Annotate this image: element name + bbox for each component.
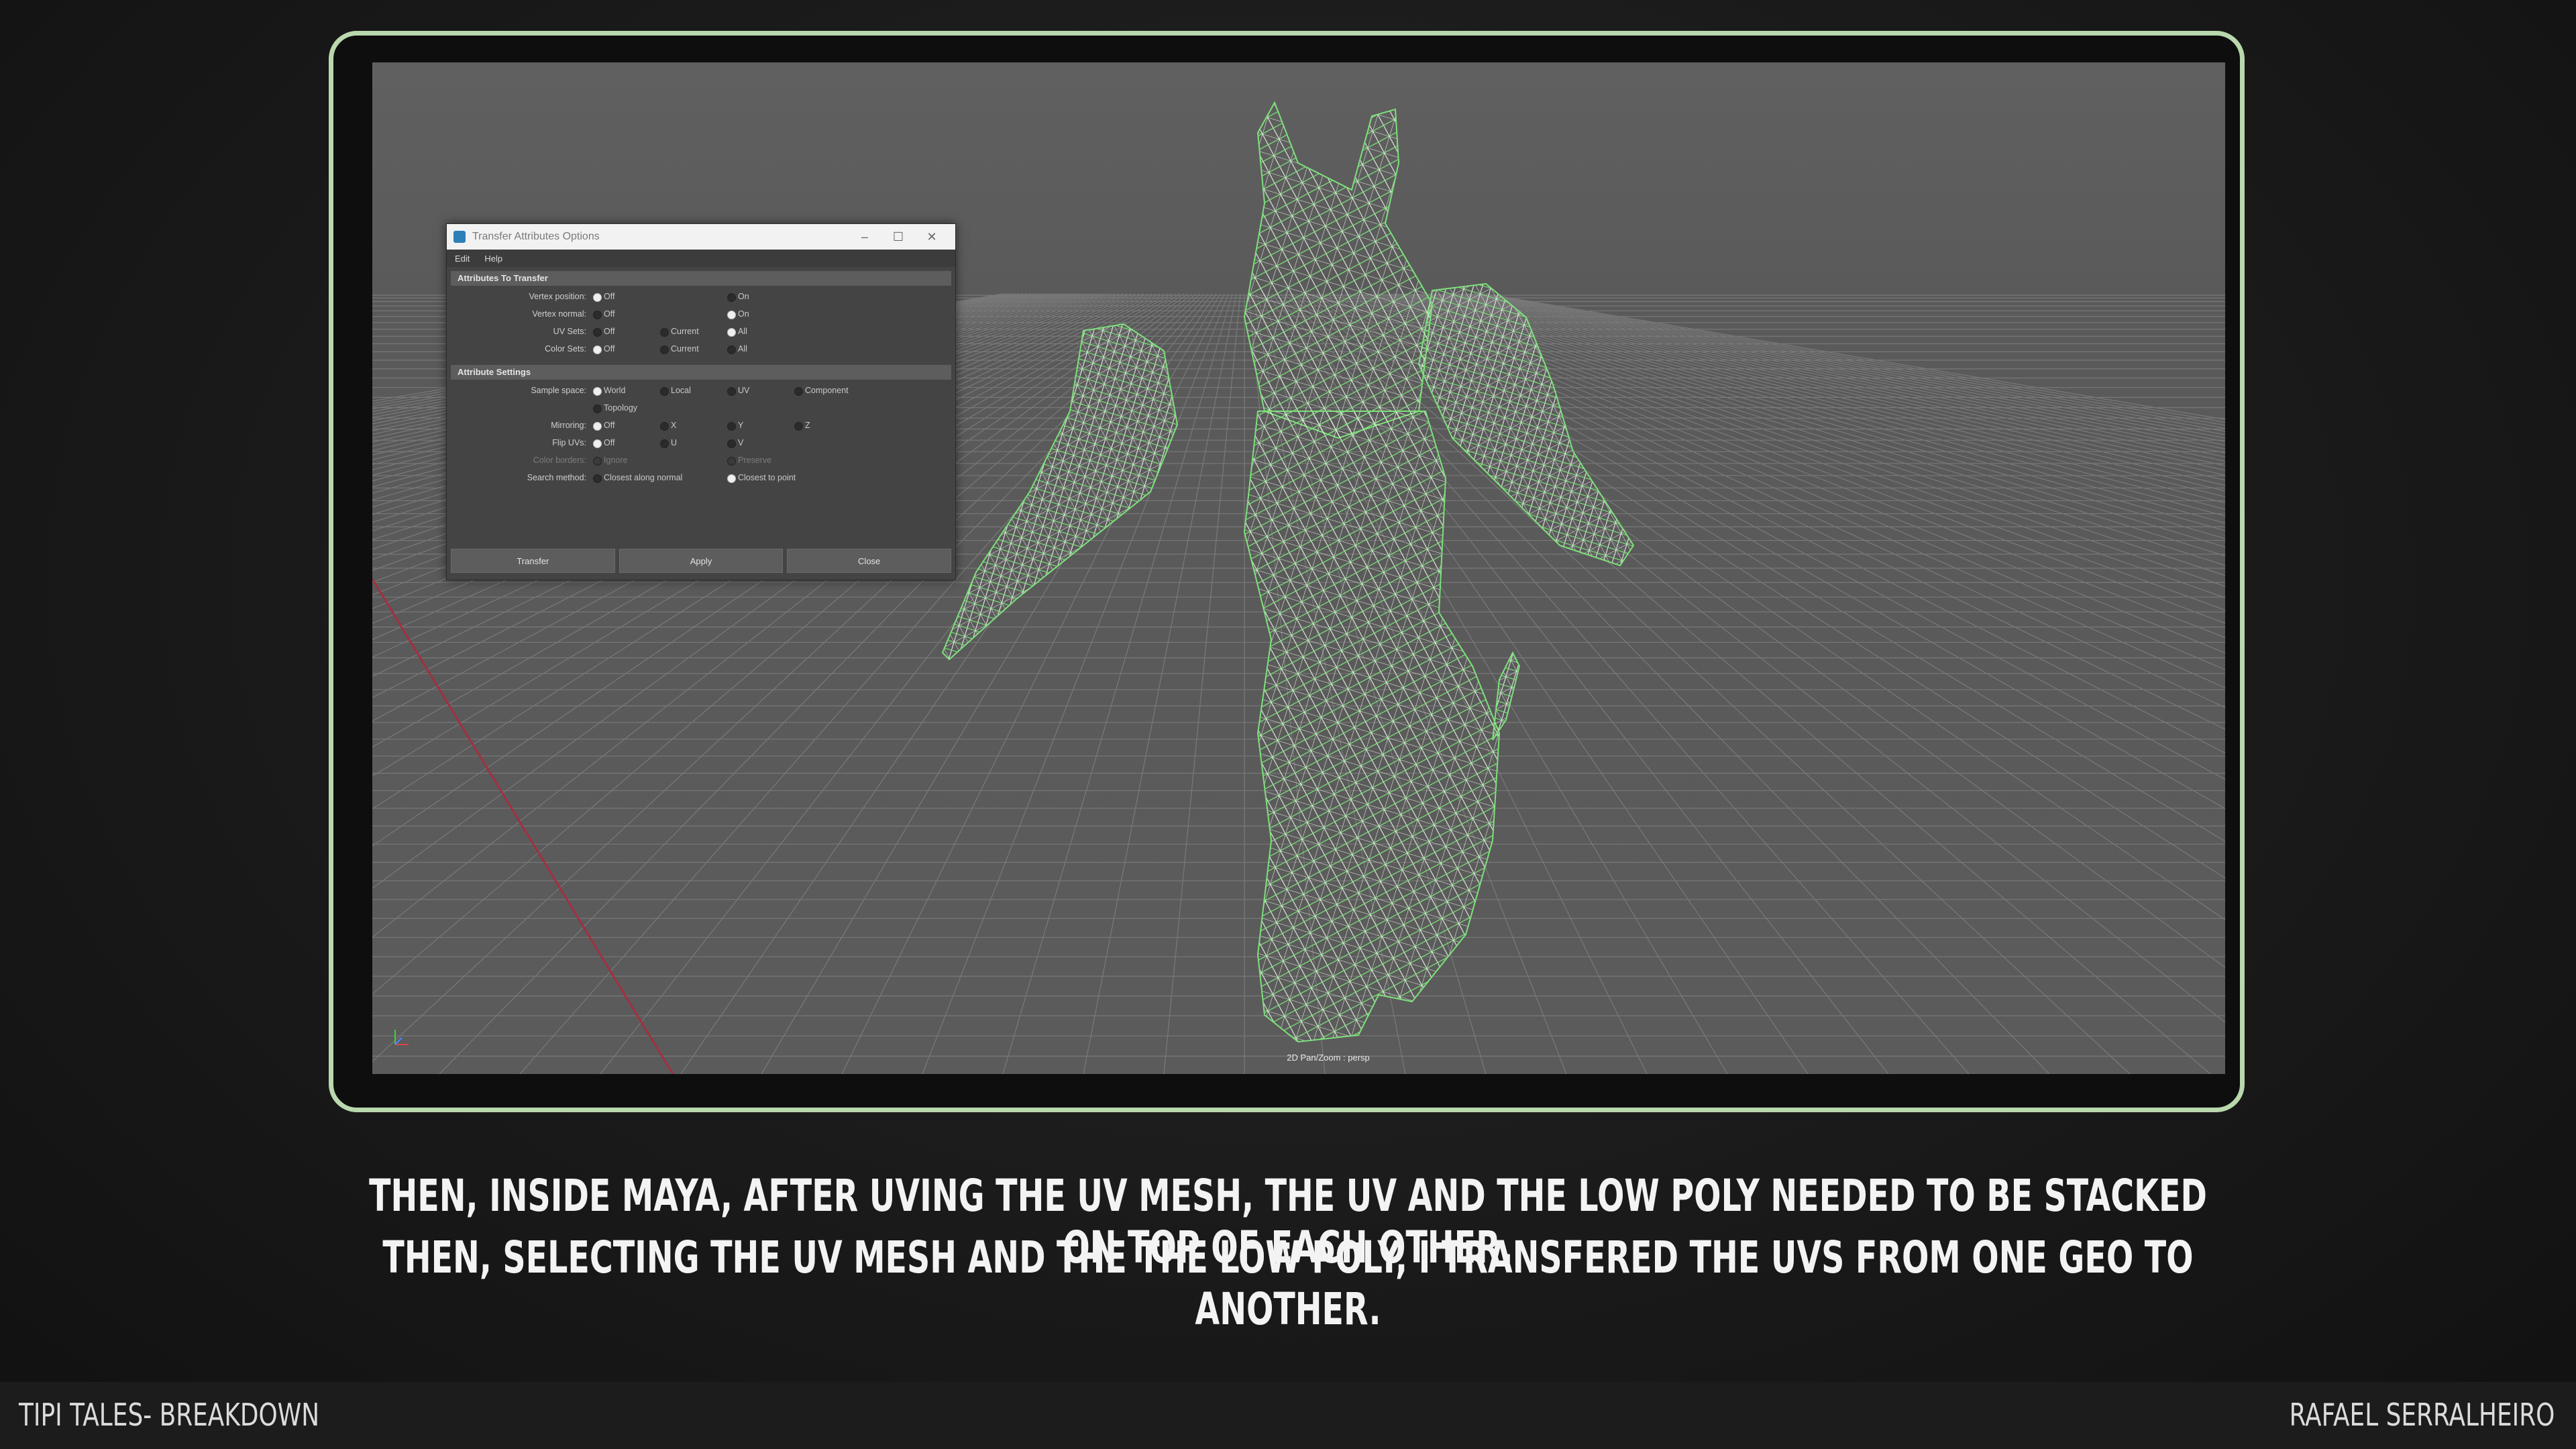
color-sets-label: Color Sets: (545, 344, 586, 354)
axis-gizmo-icon (394, 1030, 409, 1045)
row-mirroring: Mirroring: Off X Y Z (447, 417, 955, 435)
row-sample-space: Sample space: World Local UV Component (447, 382, 955, 400)
mirroring-off-radio[interactable]: Off (593, 421, 614, 431)
transfer-attributes-dialog[interactable]: Transfer Attributes Options – ☐ ✕ Edit H… (446, 223, 956, 580)
sample-space-local-radio[interactable]: Local (660, 386, 691, 396)
sample-space-world-radio[interactable]: World (593, 386, 625, 396)
color-borders-label: Color borders: (533, 455, 586, 465)
flip-uvs-off-radio[interactable]: Off (593, 438, 614, 448)
close-icon[interactable]: ✕ (915, 230, 949, 244)
row-color-sets: Color Sets: Off Current All (447, 341, 955, 358)
search-method-closest-to-point-radio[interactable]: Closest to point (727, 473, 796, 483)
close-button[interactable]: Close (787, 549, 952, 573)
camera-label: 2D Pan/Zoom : persp (1287, 1053, 1370, 1063)
mirroring-z-radio[interactable]: Z (794, 421, 810, 431)
vertex-normal-off-radio[interactable]: Off (593, 309, 614, 319)
row-color-borders: Color borders: Ignore Preserve (447, 452, 955, 470)
footer-author-name: RAFAEL SERRALHEIRO (2289, 1397, 2555, 1433)
vertex-position-off-radio[interactable]: Off (593, 292, 614, 302)
vertex-position-on-radio[interactable]: On (727, 292, 749, 302)
flip-uvs-label: Flip UVs: (552, 438, 586, 447)
apply-button[interactable]: Apply (619, 549, 784, 573)
flip-uvs-v-radio[interactable]: V (727, 438, 743, 448)
search-method-closest-along-normal-radio[interactable]: Closest along normal (593, 473, 682, 483)
vertex-normal-on-radio[interactable]: On (727, 309, 749, 319)
section-attributes-to-transfer[interactable]: Attributes To Transfer (451, 271, 951, 286)
dialog-menubar: Edit Help (447, 250, 955, 267)
maximize-icon[interactable]: ☐ (881, 230, 915, 244)
minimize-icon[interactable]: – (848, 230, 881, 244)
row-vertex-position: Vertex position: Off On (447, 288, 955, 306)
footer-project-title: TIPI TALES- BREAKDOWN (19, 1397, 320, 1433)
color-sets-all-radio[interactable]: All (727, 344, 747, 354)
color-borders-ignore-radio: Ignore (593, 455, 627, 466)
row-sample-space-2: Topology (447, 400, 955, 417)
sample-space-component-radio[interactable]: Component (794, 386, 849, 396)
row-uv-sets: UV Sets: Off Current All (447, 323, 955, 341)
dialog-titlebar[interactable]: Transfer Attributes Options – ☐ ✕ (447, 224, 955, 250)
mirroring-y-radio[interactable]: Y (727, 421, 743, 431)
sample-space-topology-radio[interactable]: Topology (593, 403, 637, 413)
mirroring-x-radio[interactable]: X (660, 421, 676, 431)
color-sets-current-radio[interactable]: Current (660, 344, 699, 354)
vertex-position-label: Vertex position: (529, 292, 586, 301)
wireframe-statue-mesh[interactable] (941, 101, 1635, 1043)
row-search-method: Search method: Closest along normal Clos… (447, 470, 955, 487)
footer-bar (0, 1382, 2576, 1449)
uv-sets-all-radio[interactable]: All (727, 327, 747, 337)
menu-edit[interactable]: Edit (455, 254, 470, 264)
dialog-button-bar: Transfer Apply Close (451, 549, 952, 573)
sample-space-label: Sample space: (531, 386, 586, 395)
flip-uvs-u-radio[interactable]: U (660, 438, 677, 448)
maya-app-icon (453, 231, 466, 243)
color-borders-preserve-radio: Preserve (727, 455, 771, 466)
caption-line-2: THEN, SELECTING THE UV MESH AND THE THE … (382, 1232, 2194, 1335)
vertex-normal-label: Vertex normal: (532, 309, 586, 319)
color-sets-off-radio[interactable]: Off (593, 344, 614, 354)
search-method-label: Search method: (527, 473, 586, 482)
row-flip-uvs: Flip UVs: Off U V (447, 435, 955, 452)
uv-sets-label: UV Sets: (553, 327, 586, 336)
dialog-title: Transfer Attributes Options (472, 231, 600, 242)
uv-sets-current-radio[interactable]: Current (660, 327, 699, 337)
mirroring-label: Mirroring: (551, 421, 586, 430)
menu-help[interactable]: Help (484, 254, 502, 264)
row-vertex-normal: Vertex normal: Off On (447, 306, 955, 323)
transfer-button[interactable]: Transfer (451, 549, 615, 573)
section-attribute-settings[interactable]: Attribute Settings (451, 365, 951, 380)
sample-space-uv-radio[interactable]: UV (727, 386, 749, 396)
maya-viewport[interactable]: 2D Pan/Zoom : persp Transfer Attributes … (372, 62, 2225, 1074)
uv-sets-off-radio[interactable]: Off (593, 327, 614, 337)
